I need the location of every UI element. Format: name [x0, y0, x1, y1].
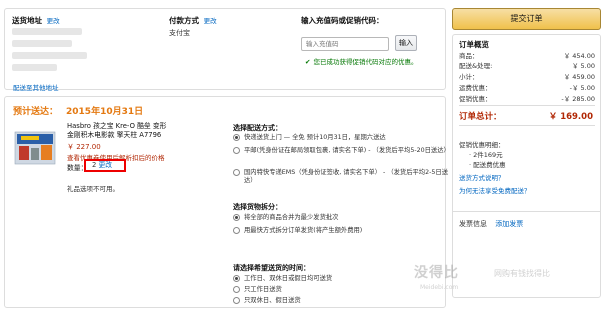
delivery-option-label: 快递送货上门 — 全免 预计10月31日，星期六送达 — [244, 134, 386, 141]
address-title: 送货地址 — [12, 16, 42, 25]
order-total-value: ￥ 169.00 — [548, 112, 593, 122]
product-price: ￥ 227.00 — [67, 143, 101, 151]
summary-row-label: 运费优惠： — [459, 84, 492, 92]
quantity-change-link[interactable]: 更改 — [99, 161, 113, 169]
ship-to-other-address-link[interactable]: 配送至其他地址 — [13, 82, 59, 92]
summary-row: 促销优惠： -￥ 285.00 — [459, 93, 595, 103]
place-order-button[interactable]: 提交订单 — [452, 8, 601, 30]
address-line-blurred — [12, 28, 82, 35]
summary-row-value: ￥ 454.00 — [563, 52, 595, 60]
address-line-blurred — [12, 64, 57, 71]
promo-apply-button[interactable]: 输入 — [395, 35, 417, 51]
split-shipment-title: 选择货物拆分： — [233, 203, 282, 211]
address-line-blurred — [12, 40, 72, 47]
checkout-info-box: 送货地址 更改 配送至其他地址 付款方式 更改 支付宝 输入充值码或促销代码： … — [4, 8, 446, 92]
summary-row-value: -￥ 5.00 — [569, 84, 595, 92]
summary-row-value: ￥ 5.00 — [571, 62, 595, 70]
watermark-slogan: 网购有钱找得比 — [494, 269, 550, 278]
address-change-link[interactable]: 更改 — [47, 17, 60, 25]
check-icon: ✔ — [305, 58, 311, 66]
gift-options-note: 礼品选项不可用。 — [67, 185, 119, 193]
split-option-label: 将全部的商品合并为最少发货批次 — [244, 214, 339, 221]
product-image[interactable] — [13, 126, 57, 168]
add-invoice-link[interactable]: 添加发票 — [495, 220, 523, 228]
delivery-option-label: 国内特快专递EMS（凭身份证签收, 请实名下单） - （发货后平均2-5日送达） — [244, 169, 448, 184]
summary-row-label: 促销优惠： — [459, 95, 492, 103]
time-option-label: 只双休日、假日送货 — [244, 297, 301, 304]
radio-icon[interactable] — [233, 297, 240, 304]
summary-row: 配送&处理: ￥ 5.00 — [459, 60, 595, 70]
payment-title: 付款方式 — [169, 16, 199, 25]
order-total-label: 订单总计： — [459, 112, 502, 122]
promo-hint-text: 您已成功获得促销代码对应的优惠。 — [313, 58, 418, 66]
divider — [453, 211, 600, 212]
summary-row: 运费优惠： -￥ 5.00 — [459, 82, 595, 92]
delivery-method-title: 选择配送方式： — [233, 124, 282, 132]
summary-row: 小计： ￥ 459.00 — [459, 71, 595, 81]
address-line-blurred — [12, 52, 87, 59]
promo-detail-item: · 2件169元 — [469, 149, 503, 159]
promo-detail-item: · 配送费优惠 — [469, 159, 506, 169]
shipping-method-help-link[interactable]: 送货方式说明？ — [459, 172, 505, 182]
radio-icon[interactable] — [233, 214, 240, 221]
watermark-domain: Meidebi.com — [420, 284, 459, 291]
payment-method: 支付宝 — [169, 29, 190, 37]
delivery-time-title: 请选择希望送货的时间： — [233, 264, 310, 272]
product-title[interactable]: Hasbro 孩之宝 Kre-O 酷垒 变形金刚积木电影款 擎天柱 A7796 — [67, 122, 167, 140]
summary-row: 商品： ￥ 454.00 — [459, 50, 595, 60]
promo-success-hint: ✔ 您已成功获得促销代码对应的优惠。 — [305, 56, 417, 66]
invoice-label: 发票信息 — [459, 220, 487, 228]
estimated-delivery: 预计送达： 2015年10月31日 — [13, 104, 143, 117]
quantity-box[interactable]: 2 更改 — [84, 159, 126, 172]
divider — [459, 125, 595, 126]
quantity-value: 2 — [92, 161, 97, 169]
promo-detail-text: 配送费优惠 — [473, 161, 506, 169]
summary-row-value: ￥ 459.00 — [563, 73, 595, 81]
summary-title: 订单概览 — [459, 40, 489, 49]
radio-icon[interactable] — [233, 147, 240, 154]
promo-code-input[interactable] — [301, 37, 389, 51]
split-option-label: 用最快方式拆分订单发货(将产生额外费用) — [244, 227, 363, 234]
delivery-label: 预计送达： — [13, 107, 59, 117]
divider — [459, 105, 595, 106]
radio-icon[interactable] — [233, 286, 240, 293]
order-summary: 订单概览 商品： ￥ 454.00 配送&处理: ￥ 5.00 小计： ￥ 45… — [452, 34, 601, 298]
address-section-title: 送货地址 更改 — [12, 15, 60, 26]
promo-detail-text: 2件169元 — [473, 151, 503, 159]
promo-details-title: 促销优惠明细： — [459, 141, 505, 149]
radio-icon[interactable] — [233, 227, 240, 234]
radio-icon[interactable] — [233, 275, 240, 282]
shipment-box: 预计送达： 2015年10月31日 Hasbro 孩之宝 Kre-O 酷垒 变形金… — [4, 96, 450, 308]
payment-change-link[interactable]: 更改 — [204, 17, 217, 25]
promo-title: 输入充值码或促销代码： — [301, 16, 384, 25]
delivery-option-label: 平邮(凭身份证在邮局领取包裹, 请实名下单) - （发货后平均5-20日送达） — [244, 147, 450, 154]
free-shipping-help-link[interactable]: 为何无法享受免费配送？ — [459, 185, 531, 195]
summary-row-label: 小计： — [459, 73, 479, 81]
radio-icon[interactable] — [233, 169, 240, 176]
radio-icon[interactable] — [233, 134, 240, 141]
summary-row-label: 商品： — [459, 52, 479, 60]
delivery-date: 2015年10月31日 — [66, 107, 144, 117]
payment-section-title: 付款方式 更改 — [169, 15, 217, 26]
summary-row-value: -￥ 285.00 — [561, 95, 595, 103]
summary-row-label: 配送&处理: — [459, 62, 493, 70]
invoice-row: 发票信息 添加发票 — [459, 219, 523, 229]
watermark-logo: 没得比 — [414, 265, 459, 281]
